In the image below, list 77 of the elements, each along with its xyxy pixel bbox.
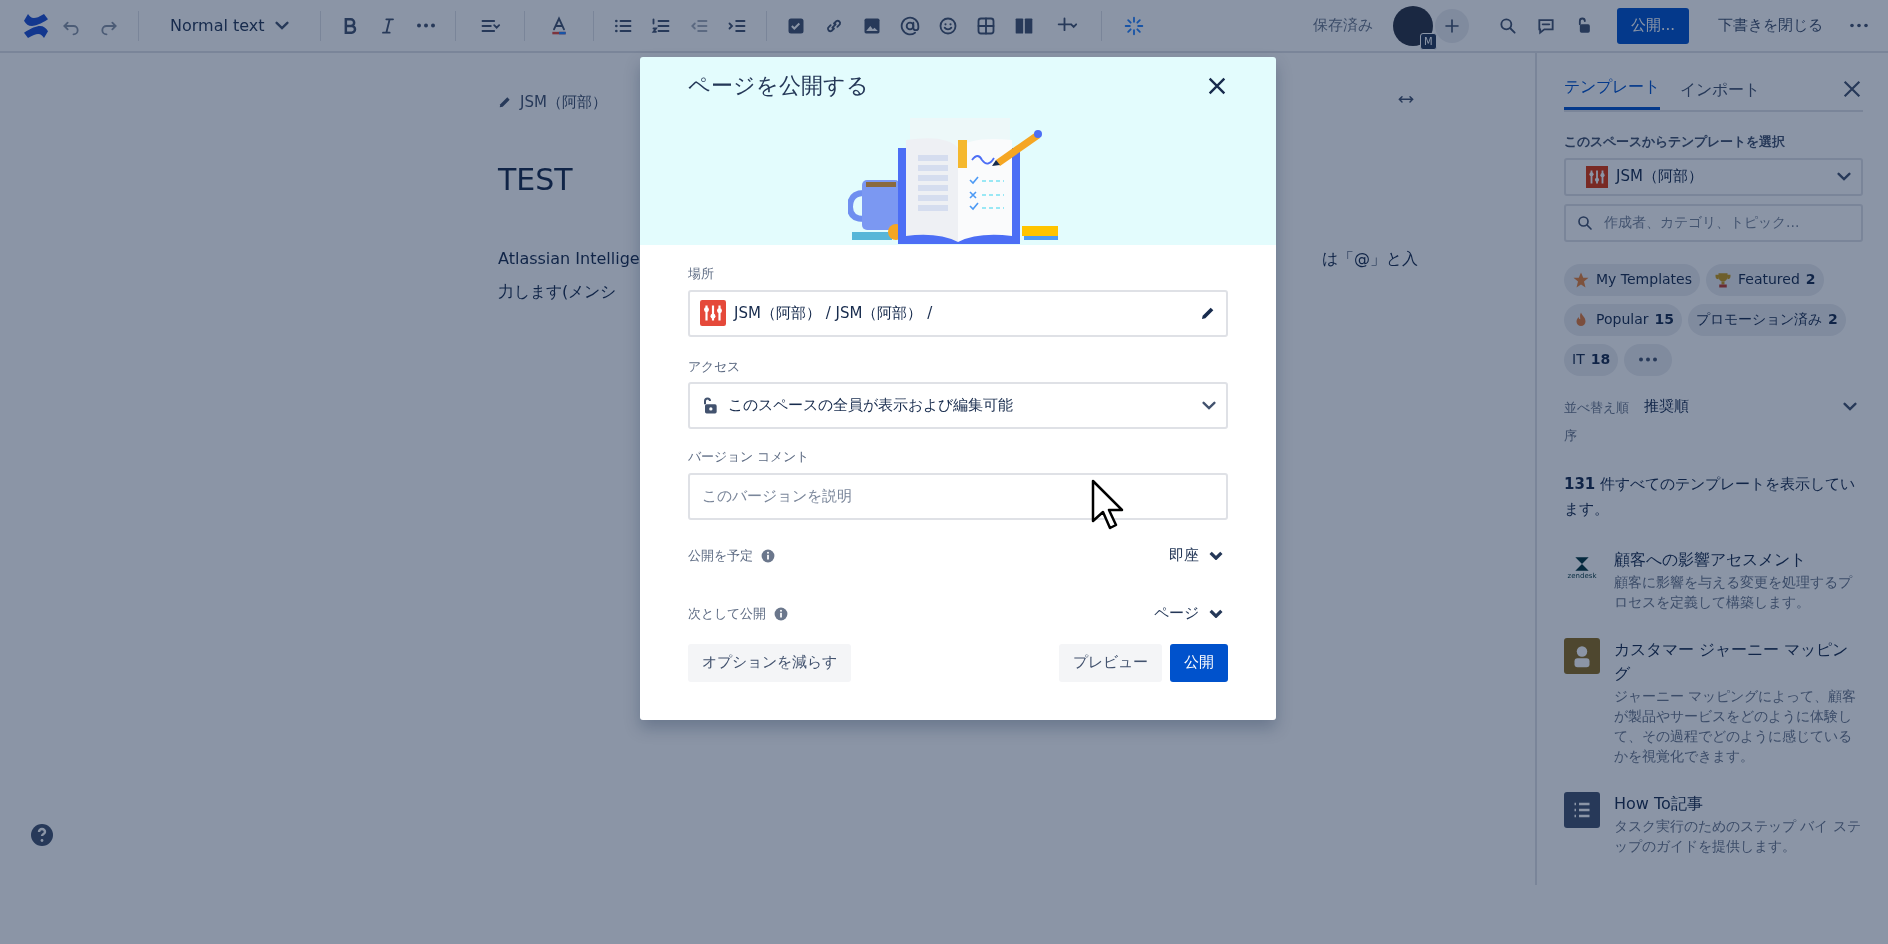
version-comment-field[interactable]: このバージョンを説明	[700, 483, 1216, 509]
field-label: 場所	[688, 265, 715, 283]
sidebar-tab[interactable]: テンプレート	[1564, 75, 1660, 110]
breadcrumb-link[interactable]: JSM（阿部）	[520, 91, 607, 114]
template-description: 顧客に影響を与える変更を処理するプロセスを定義して構築します。	[1614, 572, 1854, 612]
template-search-field[interactable]: 作成者、カテゴリ、トピック...	[1564, 203, 1863, 242]
template-title: カスタマー ジャーニー マッピング	[1614, 638, 1850, 685]
chevron-down-icon	[1843, 402, 1857, 411]
chevron-down-icon	[1209, 609, 1223, 618]
numbered-list-icon	[1564, 791, 1600, 828]
filter-chip[interactable]	[1624, 343, 1673, 376]
filter-chip[interactable]: My Templates	[1564, 263, 1700, 296]
dialog-title: ページを公開する	[688, 72, 869, 100]
more-icon	[1638, 357, 1659, 362]
body-text: 力します(メンシ	[498, 280, 617, 303]
info-icon	[774, 606, 788, 621]
sort-dropdown[interactable]: 推奨順	[1636, 393, 1863, 420]
chevron-down-icon	[274, 21, 289, 30]
field-label: バージョン コメント	[688, 448, 811, 466]
sidebar-tab[interactable]: インポート	[1680, 78, 1760, 110]
space-select[interactable]: JSM（阿部）	[1564, 157, 1863, 196]
add-collaborator-button[interactable]	[1434, 8, 1469, 43]
chevron-down-icon	[1209, 551, 1223, 560]
more-icon[interactable]	[1849, 23, 1869, 28]
emoji-icon[interactable]	[937, 15, 958, 36]
pencil-icon[interactable]	[1200, 305, 1216, 321]
filter-chip[interactable]: Featured 2	[1706, 263, 1824, 296]
dialog-button[interactable]: プレビュー	[1059, 643, 1162, 682]
mouse-cursor-icon	[1091, 479, 1125, 531]
publish-button[interactable]: 公開...	[1616, 7, 1689, 44]
location-field[interactable]: JSM（阿部） / JSM（阿部） /	[688, 289, 1228, 337]
filter-chip[interactable]: IT 18	[1564, 343, 1619, 376]
sort-label: 並べ替え順序	[1564, 398, 1630, 445]
text-style-dropdown[interactable]: Normal text	[165, 9, 294, 42]
more-icon[interactable]	[415, 23, 436, 28]
numbered-list-icon[interactable]	[650, 15, 671, 36]
body-text: は「@」と入	[1322, 247, 1418, 270]
space-avatar-icon	[1586, 165, 1608, 188]
search-icon	[1576, 213, 1594, 232]
template-item[interactable]: How To記事 タスク実行のためのステップ バイ ステップのガイドを提供します。	[1564, 791, 1863, 856]
filter-chip[interactable]: プロモーション済み 2	[1688, 303, 1846, 336]
space-avatar-icon	[700, 300, 726, 326]
plus-icon	[1442, 16, 1461, 35]
search-field[interactable]: 作成者、カテゴリ、トピック...	[1602, 211, 1851, 234]
table-icon[interactable]	[975, 15, 996, 36]
mention-icon[interactable]	[899, 15, 920, 36]
avatar-badge: M	[1420, 32, 1437, 50]
person-icon	[1564, 637, 1600, 674]
option-label: 公開を予定	[688, 546, 753, 565]
version-comment-box[interactable]: このバージョンを説明	[688, 472, 1228, 520]
field-label: アクセス	[688, 357, 741, 376]
page-title: TEST	[498, 161, 574, 198]
info-icon	[761, 548, 775, 563]
template-description: タスク実行のためのステップ バイ ステップのガイドを提供します。	[1614, 816, 1862, 856]
template-title: How To記事	[1614, 792, 1704, 815]
saved-status: 保存済み	[1312, 15, 1373, 37]
option-label: 次として公開	[688, 604, 766, 623]
trophy-icon	[1714, 270, 1732, 289]
dialog-button[interactable]: オプションを減らす	[688, 643, 851, 682]
chevron-down-icon	[1837, 172, 1851, 181]
filter-chip[interactable]: Popular 15	[1564, 303, 1682, 336]
z-logo-icon	[1572, 555, 1592, 572]
body-text: Atlassian Intellige	[498, 247, 640, 270]
pencil-icon	[498, 95, 512, 110]
dialog-button[interactable]: 公開	[1170, 643, 1228, 682]
option-dropdown[interactable]: ページ	[1149, 598, 1228, 629]
access-select[interactable]: このスペースの全員が表示および編集可能	[688, 382, 1228, 429]
help-icon[interactable]	[30, 823, 54, 847]
section-label: このスペースからテンプレートを選択	[1564, 133, 1786, 151]
template-description: ジャーニー マッピングによって、顧客が製品やサービスをどのように体験して、その過程でどのように感じているかを視覚化できます。	[1614, 686, 1858, 766]
close-draft-button[interactable]: 下書きを閉じる	[1713, 10, 1828, 41]
search-icon[interactable]	[1497, 15, 1518, 36]
template-title: 顧客への影響アセスメント	[1614, 548, 1807, 571]
option-dropdown[interactable]: 即座	[1164, 540, 1228, 571]
template-item[interactable]: カスタマー ジャーニー マッピング ジャーニー マッピングによって、顧客が製品やサービスをどのように体験して、その過程でどのように感じているかを視覚化できます。	[1564, 637, 1863, 766]
chevron-down-icon	[1202, 401, 1216, 410]
result-count: 131 件すべてのテンプレートを表示しています。	[1564, 473, 1857, 520]
